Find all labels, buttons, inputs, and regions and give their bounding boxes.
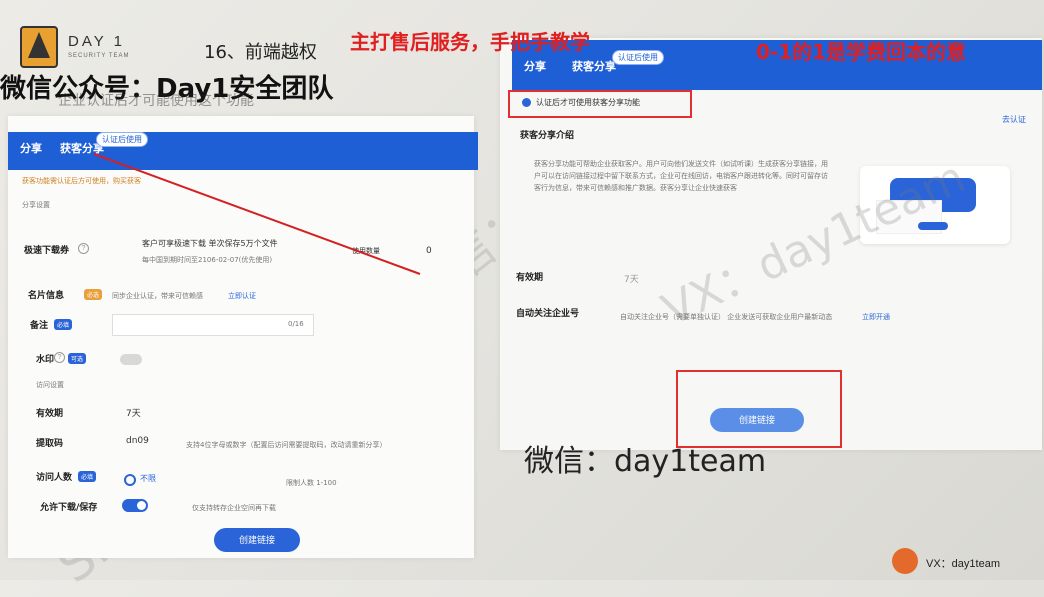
right-verify-pill: 认证后使用 <box>612 50 664 65</box>
right-valid-label: 有效期 <box>516 273 544 283</box>
visitors-radio-label: 不限 <box>140 474 156 483</box>
card-info-label: 名片信息 <box>28 291 65 301</box>
remark-badge: 必填 <box>54 319 73 330</box>
help-icon[interactable]: ? <box>78 243 89 254</box>
verify-notice: 认证后才可使用获客分享功能 <box>536 98 640 107</box>
create-link-button-left[interactable]: 创建链接 <box>214 528 300 552</box>
faded-caption: 企业认证后才可能使用这个功能 <box>58 93 254 109</box>
card-hint: 同步企业认证，带来可信赖感 <box>112 292 203 300</box>
right-tab-share[interactable]: 分享 <box>524 58 546 74</box>
annotation-arrow <box>93 153 421 275</box>
create-link-button-right[interactable]: 创建链接 <box>710 408 804 432</box>
intro-text: 获客分享功能可帮助企业获取客户。用户可向他们发送文件（如试听课）生成获客分享链接… <box>534 160 828 192</box>
watermark-toggle[interactable] <box>120 354 142 365</box>
wechat-bottom-text: 微信：day1team <box>524 444 767 479</box>
visitors-hint: 限制人数 1-100 <box>286 479 337 487</box>
left-section-share: 分享设置 <box>22 201 50 209</box>
code-hint: 支持4位字母或数字（配置后访问需要提取码，改动请重新分享） <box>186 441 387 449</box>
slide-title: 16、前端越权 <box>204 42 317 63</box>
access-section: 访问设置 <box>36 381 64 389</box>
verify-pill: 认证后使用 <box>96 132 148 147</box>
red-header-left: 主打售后服务，手把手教学 <box>350 30 590 54</box>
remark-label: 备注 <box>30 321 49 331</box>
watermark-label: 水印 <box>36 355 55 365</box>
help-icon-wm[interactable]: ? <box>54 352 65 363</box>
code-label: 提取码 <box>36 439 64 449</box>
right-valid-value[interactable]: 7天 <box>624 272 639 285</box>
right-tab-acquire[interactable]: 获客分享 <box>572 58 616 74</box>
auto-follow-label: 自动关注企业号 <box>516 309 580 319</box>
allow-download-hint: 仅支持转存企业空间再下载 <box>192 504 276 512</box>
remark-count: 0/16 <box>288 320 304 328</box>
quick-download-label: 极速下载券 <box>24 246 70 256</box>
valid-label: 有效期 <box>36 409 64 419</box>
logo-icon <box>20 26 58 68</box>
card-badge: 必选 <box>84 289 103 300</box>
intro-title: 获客分享介绍 <box>520 131 575 141</box>
avatar <box>892 548 918 574</box>
open-now-link[interactable]: 立即开通 <box>862 312 890 322</box>
watermark-badge: 可选 <box>68 353 87 364</box>
vx-contact: VX：day1team <box>926 558 1000 570</box>
go-verify-link[interactable]: 去认证 <box>1002 114 1026 125</box>
remark-input[interactable] <box>112 314 314 336</box>
allow-download-label: 允许下载/保存 <box>40 503 98 513</box>
visitors-badge: 必填 <box>78 471 97 482</box>
logo-sub: SECURITY TEAM <box>68 53 130 59</box>
valid-value[interactable]: 7天 <box>126 406 141 419</box>
visitors-label: 访问人数 <box>36 473 73 483</box>
code-value[interactable]: dn09 <box>126 436 149 446</box>
info-icon <box>522 98 531 107</box>
visitors-radio[interactable] <box>124 474 136 486</box>
card-verify-link[interactable]: 立即认证 <box>228 291 256 301</box>
logo-name: DAY 1 <box>68 33 125 50</box>
tab-share[interactable]: 分享 <box>20 140 42 156</box>
red-header-right: 0-1的1是学费回本的意 <box>756 40 967 64</box>
allow-download-toggle[interactable] <box>122 499 148 512</box>
